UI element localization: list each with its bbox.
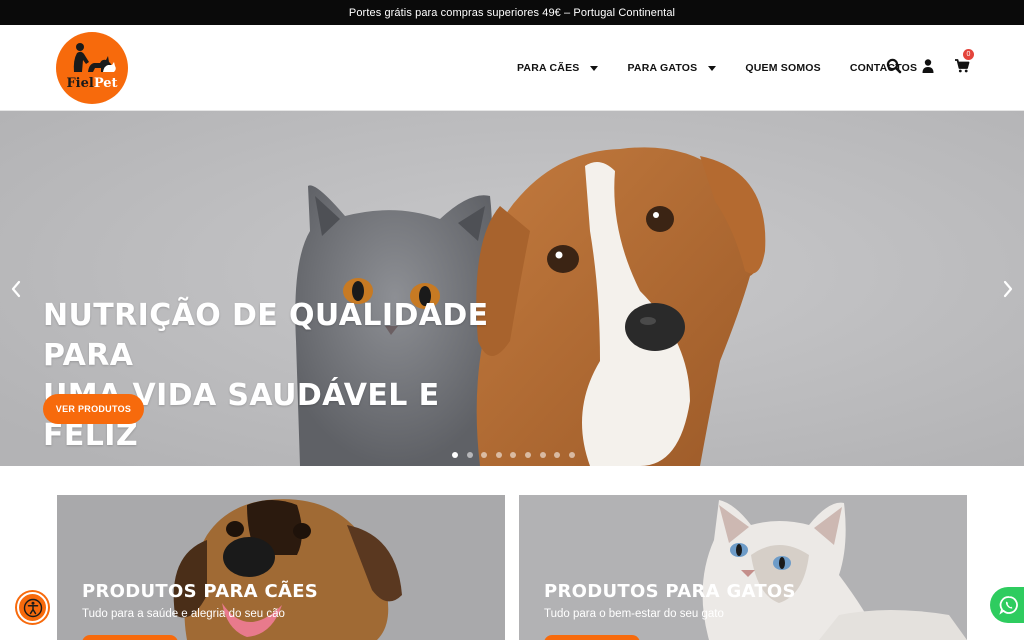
- nav-item-quem-somos[interactable]: QUEM SOMOS: [745, 62, 821, 74]
- nav-label-para-caes: PARA CÃES: [517, 62, 580, 74]
- hero-title-line1: NUTRIÇÃO DE QUALIDADE PARA: [43, 298, 489, 373]
- cart-icon[interactable]: 0: [954, 49, 974, 74]
- slider-dot[interactable]: [510, 452, 517, 458]
- slider-pagination: [452, 452, 583, 458]
- logo-silhouette-icon: [73, 43, 116, 72]
- announcement-text: Portes grátis para compras superiores 49…: [348, 6, 676, 19]
- nav-item-para-gatos[interactable]: PARA GATOS: [627, 62, 717, 74]
- nav-label-quem-somos: QUEM SOMOS: [745, 62, 821, 74]
- slider-dot[interactable]: [481, 452, 488, 458]
- slider-dot[interactable]: [539, 452, 546, 458]
- slider-dot[interactable]: [524, 452, 531, 458]
- hero-slider: NUTRIÇÃO DE QUALIDADE PARA UMA VIDA SAUD…: [0, 111, 1024, 466]
- category-card-gatos[interactable]: PRODUTOS PARA GATOS Tudo para o bem-esta…: [519, 495, 967, 640]
- logo-wordmark: FielPet: [56, 76, 128, 91]
- logo-text-accent: Pet: [93, 76, 118, 91]
- nav-item-para-caes[interactable]: PARA CÃES: [517, 62, 599, 74]
- main-nav: PARA CÃES PARA GATOS QUEM SOMOS CONTACTO…: [517, 25, 946, 111]
- fielpet-logo[interactable]: FielPet: [56, 32, 128, 104]
- user-icon[interactable]: [920, 58, 936, 74]
- card-subtitle-gatos: Tudo para o bem-estar do seu gato: [544, 608, 724, 620]
- slider-dot[interactable]: [466, 452, 473, 458]
- whatsapp-icon[interactable]: [990, 587, 1024, 623]
- header-icons: 0: [886, 49, 988, 74]
- slider-dot[interactable]: [568, 452, 575, 458]
- card-button-gatos[interactable]: [544, 635, 640, 640]
- nav-label-para-gatos: PARA GATOS: [627, 62, 698, 74]
- announcement-bar: Portes grátis para compras superiores 49…: [0, 0, 1024, 25]
- hero-title: NUTRIÇÃO DE QUALIDADE PARA UMA VIDA SAUD…: [43, 296, 513, 456]
- category-card-caes[interactable]: PRODUTOS PARA CÃES Tudo para a saúde e a…: [57, 495, 505, 640]
- caret-down-icon: [590, 65, 599, 71]
- card-title-gatos: PRODUTOS PARA GATOS: [544, 581, 796, 602]
- chevron-left-icon[interactable]: [9, 279, 23, 299]
- chevron-right-icon[interactable]: [1001, 279, 1015, 299]
- card-button-caes[interactable]: [82, 635, 178, 640]
- card-title-caes: PRODUTOS PARA CÃES: [82, 581, 319, 602]
- cart-count-badge: 0: [963, 49, 974, 60]
- ver-produtos-button[interactable]: VER PRODUTOS: [43, 394, 144, 424]
- caret-down-icon: [708, 65, 717, 71]
- accessibility-icon[interactable]: [17, 592, 48, 623]
- search-icon[interactable]: [886, 58, 902, 74]
- logo-text-main: Fiel: [66, 76, 94, 91]
- slider-dot[interactable]: [452, 452, 458, 458]
- site-header: FielPet PARA CÃES PARA GATOS QUEM SOMOS …: [0, 25, 1024, 111]
- slider-dot[interactable]: [554, 452, 561, 458]
- card-subtitle-caes: Tudo para a saúde e alegria do seu cão: [82, 608, 285, 620]
- slider-dot[interactable]: [495, 452, 502, 458]
